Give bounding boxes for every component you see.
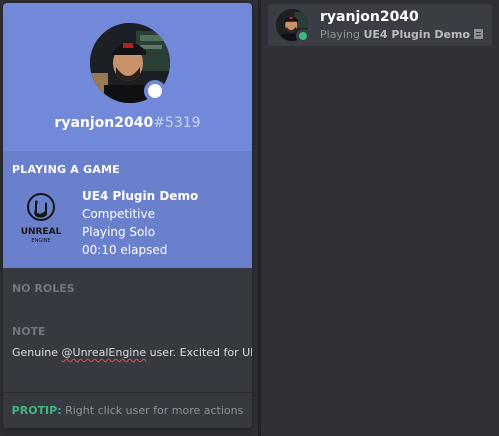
protip-bar: PROTIP: Right click user for more action… bbox=[3, 392, 252, 428]
member-status-ring bbox=[296, 29, 310, 43]
logo-subtext: ENGINE bbox=[31, 238, 50, 244]
note-label: NOTE bbox=[12, 325, 46, 338]
user-profile-popout: ryanjon2040#5319 PLAYING A GAME UNREAL E… bbox=[3, 3, 252, 428]
online-status-dot-icon bbox=[299, 32, 307, 40]
username-tag[interactable]: ryanjon2040#5319 bbox=[3, 115, 252, 131]
username: ryanjon2040 bbox=[54, 115, 154, 131]
game-elapsed: 00:10 elapsed bbox=[82, 243, 168, 257]
status-ring bbox=[144, 80, 166, 102]
note-suffix: user. Excited for UE5 bbox=[149, 346, 252, 359]
protip-text: Right click user for more actions bbox=[61, 404, 244, 417]
note-field[interactable]: Genuine @UnrealEngine user. Excited for … bbox=[12, 346, 252, 359]
discriminator: #5319 bbox=[153, 115, 201, 131]
activity-section: PLAYING A GAME UNREAL ENGINE UE4 Plugin … bbox=[3, 151, 252, 268]
discord-window: ryanjon2040#5319 PLAYING A GAME UNREAL E… bbox=[0, 0, 499, 436]
member-list-item[interactable]: ryanjon2040 Playing UE4 Plugin Demo bbox=[268, 4, 492, 46]
member-activity-game: UE4 Plugin Demo bbox=[363, 28, 470, 41]
logo-text: UNREAL bbox=[21, 227, 62, 237]
profile-header: ryanjon2040#5319 bbox=[3, 3, 252, 151]
roles-label: NO ROLES bbox=[12, 282, 75, 295]
unreal-engine-logo-icon: UNREAL ENGINE bbox=[21, 193, 62, 244]
member-avatar-container[interactable] bbox=[276, 9, 310, 43]
note-mention: @UnrealEngine bbox=[61, 346, 147, 359]
game-info: UE4 Plugin Demo Competitive Playing Solo… bbox=[82, 187, 198, 259]
game-title: UE4 Plugin Demo bbox=[82, 189, 199, 203]
protip-label: PROTIP: bbox=[11, 404, 62, 417]
game-details: Competitive bbox=[82, 207, 155, 221]
member-activity: Playing UE4 Plugin Demo bbox=[320, 28, 483, 41]
game-state: Playing Solo bbox=[82, 225, 156, 239]
rich-presence-icon bbox=[473, 29, 483, 39]
note-prefix: Genuine bbox=[12, 346, 62, 359]
member-activity-prefix: Playing bbox=[320, 28, 364, 41]
status-dot-icon bbox=[148, 84, 162, 98]
panel-divider bbox=[258, 0, 261, 436]
activity-heading: PLAYING A GAME bbox=[12, 163, 120, 176]
member-name: ryanjon2040 bbox=[320, 9, 419, 25]
avatar-container[interactable] bbox=[90, 23, 170, 103]
